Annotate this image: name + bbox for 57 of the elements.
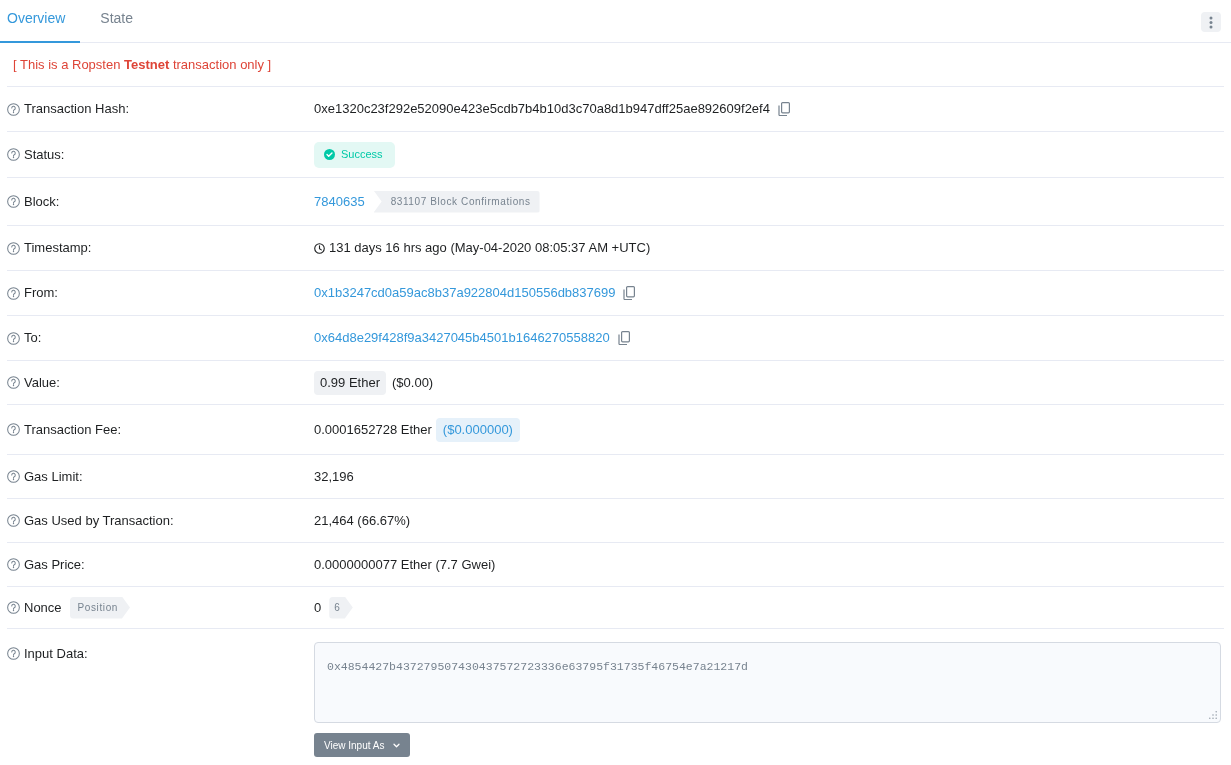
copy-icon[interactable]: [617, 331, 630, 345]
field-value: 32,196: [314, 467, 354, 486]
nonce-value: 0: [314, 598, 322, 617]
field-label: Value:: [24, 373, 60, 392]
usd-amount: ($0.00): [392, 373, 434, 392]
help-icon: [7, 286, 20, 300]
more-vertical-icon: [1209, 15, 1213, 29]
help-icon: [7, 470, 20, 483]
position-tag: 6: [329, 596, 353, 619]
input-data-field[interactable]: 0x4854427b437279507430437572723336e63795f31735f46754e7a21217d: [314, 642, 1221, 723]
ether-amount: 0.99 Ether: [314, 370, 386, 395]
field-label: Nonce: [24, 598, 62, 617]
help-icon: [7, 558, 20, 571]
check-circle-icon: [324, 149, 335, 160]
block-link[interactable]: 7840635: [314, 191, 365, 212]
address-link[interactable]: 0x1b3247cd0a59ac8b37a922804d150556db837699: [314, 283, 616, 303]
field-label: Transaction Fee:: [24, 420, 122, 439]
field-value: 21,464 (66.67%): [314, 511, 411, 530]
resize-grip-icon[interactable]: [1209, 711, 1217, 719]
field-label: Transaction Hash:: [24, 100, 129, 119]
help-icon: [7, 647, 20, 661]
position-tag: Position: [69, 596, 130, 619]
hash-value: 0xe1320c23f292e52090e423e5cdb7b4b10d3c70a8d1b947dff25ae892609f2ef4: [314, 100, 770, 119]
timestamp-value: 131 days 16 hrs ago (May-04-2020 08:05:37 AM +UTC): [329, 239, 651, 258]
help-icon: [7, 195, 20, 208]
copy-icon[interactable]: [623, 286, 636, 300]
field-label: Gas Used by Transaction:: [24, 511, 174, 530]
help-icon: [7, 148, 20, 161]
address-link[interactable]: 0x64d8e29f428f9a3427045b4501b1646270558820: [314, 328, 610, 348]
field-label: Input Data:: [24, 645, 88, 663]
help-icon: [7, 331, 20, 345]
field-label: Gas Price:: [24, 555, 85, 574]
field-label: To:: [24, 329, 42, 348]
field-label: From:: [24, 284, 58, 303]
view-input-as-button[interactable]: View Input As: [314, 733, 411, 757]
field-label: Gas Limit:: [24, 467, 83, 486]
help-icon: [7, 423, 20, 436]
clock-icon: [314, 242, 325, 254]
testnet-notice: [ This is a Ropsten Testnet transaction only ]: [13, 55, 272, 74]
copy-icon[interactable]: [777, 102, 790, 116]
field-label: Timestamp:: [24, 239, 92, 258]
more-button[interactable]: [1201, 12, 1221, 32]
caret-icon: [393, 742, 401, 748]
help-icon: [7, 102, 20, 116]
status-text: Success: [341, 147, 383, 163]
help-icon: [7, 376, 20, 389]
tab[interactable]: State: [89, 0, 145, 43]
field-value: 0.0000000077 Ether (7.7 Gwei): [314, 555, 496, 574]
help-icon: [7, 601, 20, 614]
usd-amount: ($0.000000): [435, 417, 520, 442]
field-label: Status:: [24, 145, 65, 164]
field-label: Block:: [24, 192, 60, 211]
tab[interactable]: Overview: [0, 0, 81, 43]
help-icon: [7, 514, 20, 527]
help-icon: [7, 241, 20, 255]
confirmations-tag: 831107 Block Confirmations: [373, 190, 540, 213]
ether-amount: 0.0001652728 Ether: [314, 420, 432, 439]
